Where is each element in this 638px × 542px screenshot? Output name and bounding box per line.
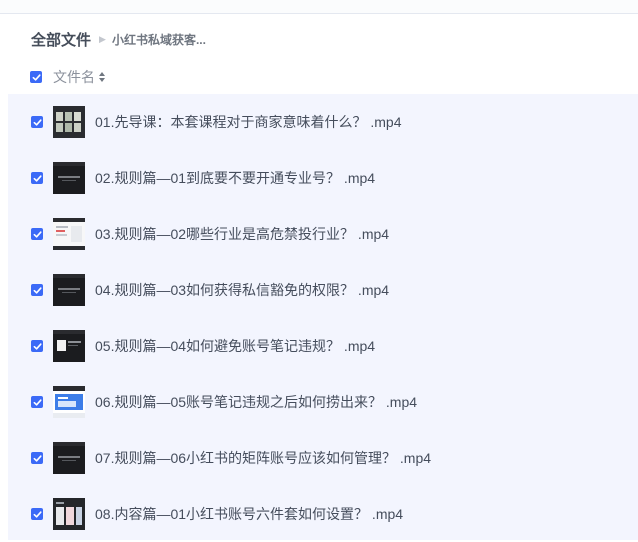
file-row[interactable]: 04.规则篇—03如何获得私信豁免的权限？ .mp4 (8, 262, 638, 318)
checkmark-icon (33, 286, 42, 294)
video-thumbnail (53, 442, 85, 474)
file-list: 01.先导课：本套课程对于商家意味着什么？ .mp4 02.规则篇—01到底要不… (8, 94, 638, 540)
checkmark-icon (33, 398, 42, 406)
file-name[interactable]: 01.先导课：本套课程对于商家意味着什么？ .mp4 (95, 94, 401, 150)
file-row[interactable]: 05.规则篇—04如何避免账号笔记违规？ .mp4 (8, 318, 638, 374)
file-name[interactable]: 08.内容篇—01小红书账号六件套如何设置？ .mp4 (95, 486, 403, 542)
file-row[interactable]: 03.规则篇—02哪些行业是高危禁投行业？ .mp4 (8, 206, 638, 262)
file-row[interactable]: 01.先导课：本套课程对于商家意味着什么？ .mp4 (8, 94, 638, 150)
checkmark-icon (33, 510, 42, 518)
checkmark-icon (33, 118, 42, 126)
list-header: 文件名 (30, 67, 105, 87)
breadcrumb: 全部文件 ▶ 小红书私域获客... (31, 28, 206, 50)
file-name[interactable]: 03.规则篇—02哪些行业是高危禁投行业？ .mp4 (95, 206, 389, 262)
row-checkbox[interactable] (31, 340, 43, 352)
checkmark-icon (33, 454, 42, 462)
video-thumbnail (53, 498, 85, 530)
row-checkbox[interactable] (31, 228, 43, 240)
file-name[interactable]: 06.规则篇—05账号笔记违规之后如何捞出来？ .mp4 (95, 374, 417, 430)
file-name[interactable]: 07.规则篇—06小红书的矩阵账号应该如何管理？ .mp4 (95, 430, 431, 486)
checkmark-icon (33, 174, 42, 182)
file-row[interactable]: 07.规则篇—06小红书的矩阵账号应该如何管理？ .mp4 (8, 430, 638, 486)
breadcrumb-separator-icon: ▶ (99, 33, 106, 44)
video-thumbnail (53, 106, 85, 138)
row-checkbox[interactable] (31, 452, 43, 464)
checkmark-icon (32, 73, 41, 81)
file-row[interactable]: 06.规则篇—05账号笔记违规之后如何捞出来？ .mp4 (8, 374, 638, 430)
video-thumbnail (53, 218, 85, 250)
file-name[interactable]: 04.规则篇—03如何获得私信豁免的权限？ .mp4 (95, 262, 389, 318)
video-thumbnail (53, 162, 85, 194)
checkmark-icon (33, 230, 42, 238)
video-thumbnail (53, 274, 85, 306)
row-checkbox[interactable] (31, 396, 43, 408)
checkmark-icon (33, 342, 42, 350)
select-all-checkbox[interactable] (30, 71, 42, 83)
top-bar (0, 0, 638, 14)
row-checkbox[interactable] (31, 508, 43, 520)
file-row[interactable]: 02.规则篇—01到底要不要开通专业号？ .mp4 (8, 150, 638, 206)
file-name[interactable]: 05.规则篇—04如何避免账号笔记违规？ .mp4 (95, 318, 375, 374)
row-checkbox[interactable] (31, 116, 43, 128)
video-thumbnail (53, 386, 85, 418)
file-name[interactable]: 02.规则篇—01到底要不要开通专业号？ .mp4 (95, 150, 375, 206)
video-thumbnail (53, 330, 85, 362)
breadcrumb-current: 小红书私域获客... (111, 32, 206, 47)
file-row[interactable]: 08.内容篇—01小红书账号六件套如何设置？ .mp4 (8, 486, 638, 542)
sort-icon[interactable] (99, 71, 105, 83)
filename-column-header[interactable]: 文件名 (53, 67, 95, 87)
breadcrumb-root[interactable]: 全部文件 (31, 29, 91, 50)
row-checkbox[interactable] (31, 172, 43, 184)
row-checkbox[interactable] (31, 284, 43, 296)
